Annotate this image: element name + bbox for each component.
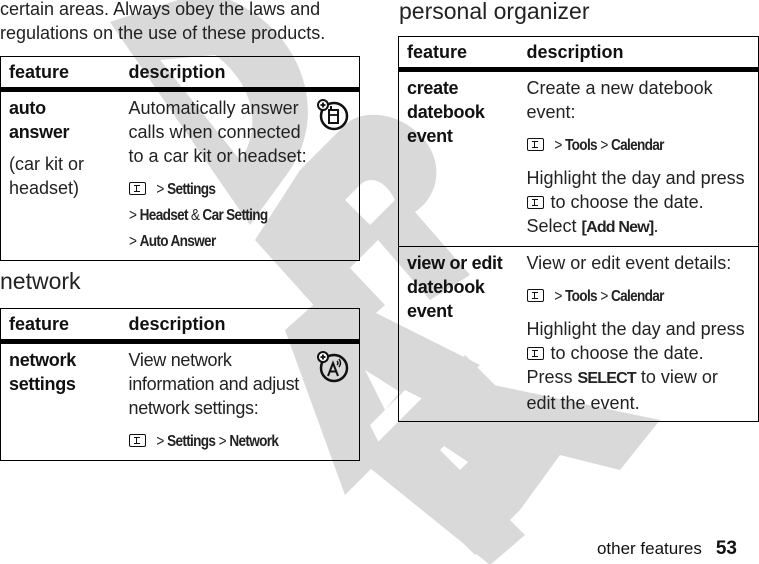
path-step: Settings xyxy=(166,181,216,198)
section-title-network: network xyxy=(0,268,81,294)
page-footer: other features 53 xyxy=(597,538,737,560)
description-text: View or edit event details: xyxy=(526,253,732,273)
menu-key-icon xyxy=(526,347,544,360)
menu-key-icon xyxy=(128,182,146,195)
feature-name: view or edit datebook event xyxy=(407,253,503,321)
description-text: View network information and adjust netw… xyxy=(128,350,300,418)
path-step: Tools xyxy=(564,137,598,154)
auto-answer-table: feature description auto answer (car kit… xyxy=(0,56,360,261)
column-header-feature: feature xyxy=(0,56,121,92)
description-cell: Create a new datebook event: > Tools > Cale… xyxy=(519,70,759,247)
key-label: SELECT xyxy=(577,370,637,387)
path-step: Calendar xyxy=(610,288,664,305)
feature-name: network settings xyxy=(9,350,76,394)
intro-paragraph: certain areas. Always obey the laws and … xyxy=(0,0,326,43)
optional-feature-network-icon xyxy=(317,351,349,383)
description-text: Create a new datebook event: xyxy=(526,78,713,122)
column-header-description: description xyxy=(120,308,360,344)
table-row: network settings View network informatio… xyxy=(1,342,360,461)
network-table: feature description network settings Vie… xyxy=(0,308,360,461)
description-cell: View network information and adjust netw… xyxy=(121,342,360,461)
menu-path: > Settings > Headset & Car Setting > Auto A… xyxy=(128,181,268,250)
menu-path: > Tools > Calendar xyxy=(526,283,759,309)
description-cell: Automatically answer calls when connecte… xyxy=(121,90,360,261)
column-header-feature: feature xyxy=(398,36,519,72)
menu-key-icon xyxy=(128,434,146,447)
description-cell: View or edit event details: > Tools > Calen… xyxy=(518,246,759,422)
feature-cell: view or edit datebook event xyxy=(398,246,519,422)
feature-cell: auto answer (car kit or headset) xyxy=(1,90,121,261)
feature-cell: create datebook event xyxy=(399,70,519,247)
table-row: auto answer (car kit or headset) Automat… xyxy=(1,90,360,261)
footer-section-name: other features xyxy=(596,539,702,558)
menu-key-icon xyxy=(526,138,544,151)
path-step: Settings xyxy=(166,433,216,450)
instruction-text: Highlight the day and press to choose th… xyxy=(526,168,745,236)
optional-feature-handset-icon xyxy=(317,99,349,131)
path-step: Car Setting xyxy=(201,207,268,224)
feature-name: create datebook event xyxy=(407,78,485,146)
menu-key-icon xyxy=(526,196,544,209)
page-number: 53 xyxy=(715,538,737,559)
personal-organizer-table: feature description create datebook even… xyxy=(398,36,759,422)
feature-name: auto answer xyxy=(9,98,70,142)
feature-note: (car kit or headset) xyxy=(9,154,85,198)
table-row: view or edit datebook event View or edit… xyxy=(398,246,759,422)
path-step: Headset xyxy=(139,207,188,224)
column-header-feature: feature xyxy=(0,308,121,344)
menu-path: > Tools > Calendar xyxy=(526,132,759,158)
description-text: Automatically answer calls when connecte… xyxy=(128,98,307,166)
path-step: Tools xyxy=(564,288,598,305)
path-step: Calendar xyxy=(610,137,664,154)
path-step: Auto Answer xyxy=(139,233,216,250)
path-step: Network xyxy=(228,433,279,450)
column-header-description: description xyxy=(518,36,759,72)
column-header-description: description xyxy=(120,56,360,92)
menu-path: > Settings > Network xyxy=(128,428,360,454)
section-title-personal-organizer: personal organizer xyxy=(399,0,590,24)
feature-cell: network settings xyxy=(1,342,121,461)
table-row: create datebook event Create a new dateb… xyxy=(399,70,759,247)
instruction-text: Highlight the day and press to choose th… xyxy=(526,319,745,413)
softkey-label: [Add New] xyxy=(581,219,655,236)
menu-key-icon xyxy=(526,289,544,302)
